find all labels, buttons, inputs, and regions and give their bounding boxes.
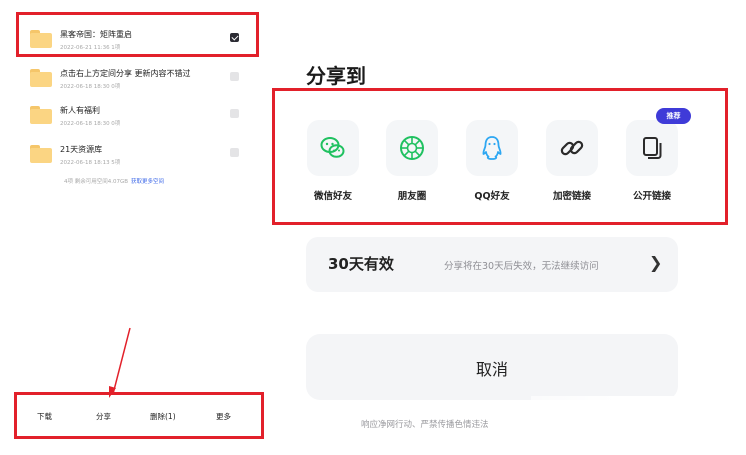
- wechat-icon: [320, 137, 345, 158]
- share-option-label: 朋友圈: [397, 191, 427, 202]
- moments-icon: [400, 136, 424, 160]
- share-option-moments[interactable]: 朋友圈: [384, 120, 440, 205]
- chevron-right-icon: ❯: [649, 253, 663, 272]
- share-option-label: 公开链接: [632, 191, 671, 202]
- share-option-tile: [626, 120, 678, 176]
- qq-icon: [482, 136, 502, 160]
- share-option-qq[interactable]: QQ好友: [464, 120, 520, 205]
- validity-hint: 分享将在30天后失效，无法继续访问: [444, 261, 599, 272]
- share-option-tile: [466, 120, 518, 176]
- copy-icon: [643, 137, 662, 159]
- share-option-wechat[interactable]: 微信好友: [305, 120, 361, 205]
- link-icon: [560, 140, 584, 156]
- share-sheet-title: 分享到: [306, 64, 366, 88]
- recommended-badge: 推荐: [656, 108, 691, 124]
- share-option-tile: [546, 120, 598, 176]
- cancel-button[interactable]: 取消: [306, 334, 678, 400]
- validity-label: 30天有效: [328, 255, 394, 273]
- share-option-tile: [386, 120, 438, 176]
- validity-selector[interactable]: 30天有效 分享将在30天后失效，无法继续访问 ❯: [306, 237, 678, 292]
- share-option-encrypted-link[interactable]: 加密链接: [544, 120, 600, 205]
- cancel-label: 取消: [475, 360, 508, 379]
- share-option-label: 微信好友: [313, 191, 352, 202]
- share-option-tile: [307, 120, 359, 176]
- footer-notice: 响应净网行动、严禁传播色情违法: [361, 420, 489, 430]
- share-option-label: 加密链接: [552, 191, 591, 202]
- share-option-label: QQ好友: [474, 191, 510, 202]
- share-option-public-link[interactable]: 公开链接: [624, 120, 680, 205]
- fade-overlay: [531, 396, 746, 455]
